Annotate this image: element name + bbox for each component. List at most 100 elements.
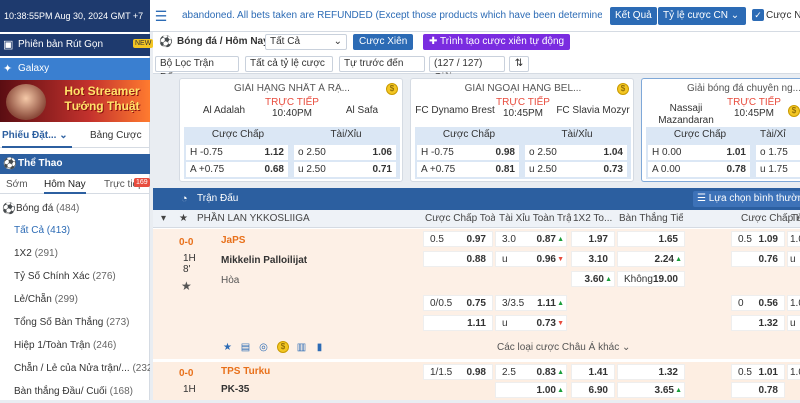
odds-cell[interactable]: 0.5 1.01: [731, 364, 785, 380]
stats-icon[interactable]: ▤: [239, 341, 252, 354]
card-away-team: Al Safa: [345, 105, 379, 116]
odds-cell[interactable]: o 2.50 1.06: [294, 145, 396, 160]
info-icon[interactable]: ▮: [313, 341, 326, 354]
odds-cell[interactable]: u 1.75: [756, 162, 800, 177]
odds-cell[interactable]: 0 0.56: [731, 295, 785, 311]
odds-cell[interactable]: 0/0.5 0.75: [423, 295, 493, 311]
odds-cell[interactable]: 1.0: [787, 364, 800, 380]
sidebar-item-count: (484): [56, 203, 80, 214]
featured-card[interactable]: GIẢI HẠNG NHẤT Ả RẬ... $ Al Adalah TRỰC …: [179, 78, 403, 182]
odds-value: 0.75: [466, 298, 486, 309]
market-select[interactable]: Tất Cả ⌄: [265, 34, 347, 50]
over-under-header: Tài/Xỉu: [330, 129, 362, 140]
odds-cell[interactable]: u 2.50 0.73: [525, 162, 627, 177]
mobile-version-link[interactable]: ▣ Phiên bản Rút Gọn NEW: [0, 34, 154, 56]
announcement-marquee[interactable]: abandoned. All bets taken are REFUNDED (…: [182, 0, 602, 32]
league-count[interactable]: (127 / 127) Giải: [429, 56, 505, 83]
auto-parlay-button[interactable]: ✚ Trình tạo cược xiên tự động: [423, 34, 571, 50]
odds-cell[interactable]: 0.76: [731, 251, 785, 267]
odds-cell[interactable]: H 0.00 1.01: [648, 145, 750, 160]
tab-bet-slip[interactable]: Phiếu Đặt... ⌄: [2, 124, 72, 148]
odds-cell[interactable]: H -0.75 1.12: [186, 145, 288, 160]
col-over-under: Tài Xỉu Toàn Trận: [499, 213, 571, 224]
coin-icon[interactable]: $: [277, 341, 289, 353]
sidebar-item-1x2[interactable]: 1X2 (291): [0, 243, 150, 265]
odds-cell[interactable]: u 0.73 ▼: [495, 315, 567, 331]
sidebar-item-all[interactable]: Tất Cả (413): [0, 220, 150, 242]
galaxy-link[interactable]: ✦ Galaxy: [0, 58, 150, 80]
odds-line: 1.0: [790, 367, 800, 378]
star-icon[interactable]: ★: [179, 210, 188, 228]
sidebar-item-half-full[interactable]: Hiệp 1/Toàn Trận (246): [0, 335, 150, 357]
match-filter-select[interactable]: Bộ Lọc Trận Đấu: [155, 56, 239, 83]
sidebar-item-odd-even[interactable]: Lẻ/Chẵn (299): [0, 289, 150, 311]
odds-cell[interactable]: u 0.96 ▼: [495, 251, 567, 267]
tab-bet-table[interactable]: Bảng Cược: [90, 124, 142, 148]
odds-value: 0.98: [466, 367, 486, 378]
match-half: 1H: [183, 384, 196, 395]
odds-cell[interactable]: 1.00 ▲: [495, 382, 567, 398]
sports-header[interactable]: ⚽ Thể Thao: [0, 154, 150, 174]
odds-cell[interactable]: 2.5 0.83 ▲: [495, 364, 567, 380]
odds-cell[interactable]: A +0.75 0.81: [417, 162, 519, 177]
odds-cell[interactable]: 2.24 ▲: [617, 251, 685, 267]
selection-mode-select[interactable]: ☰ Lựa chọn bình thường ⌄: [693, 191, 800, 207]
odds-cell[interactable]: 0.78: [731, 382, 785, 398]
sidebar-item-soccer[interactable]: ⚽ Bóng đá (484): [0, 198, 150, 220]
collapse-icon[interactable]: ▾: [161, 210, 166, 228]
odds-type-select[interactable]: Tỷ lệ cược CN ⌄: [658, 7, 746, 25]
odds-cell[interactable]: 1.0: [787, 231, 800, 247]
odds-cell[interactable]: 1.0/1: [787, 295, 800, 311]
odds-cell[interactable]: 3/3.5 1.11 ▲: [495, 295, 567, 311]
sidebar-item-count: (232): [132, 363, 150, 374]
subtab-early[interactable]: Sớm: [6, 176, 28, 194]
parlay-button[interactable]: Cược Xiên: [353, 34, 414, 50]
odds-cell[interactable]: o 2.50 1.04: [525, 145, 627, 160]
sidebar-item-label: Tất Cả: [14, 225, 45, 236]
coin-icon: $: [386, 83, 398, 95]
live-tv-icon[interactable]: ◎: [257, 341, 270, 354]
odds-cell[interactable]: 1/1.5 0.98: [423, 364, 493, 380]
odds-cell[interactable]: 1.11: [423, 315, 493, 331]
sidebar-item-half-odd-even[interactable]: Chẵn / Lẻ của Nửa trận/... (232): [0, 358, 150, 380]
odds-cell[interactable]: 3.10: [571, 251, 615, 267]
more-bets-link[interactable]: Các loại cược Châu Á khác ⌄: [497, 342, 630, 353]
odds-cell[interactable]: H -0.75 0.98: [417, 145, 519, 160]
subtab-today[interactable]: Hôm Nay: [44, 176, 86, 194]
odds-cell[interactable]: 3.60 ▲: [571, 271, 615, 287]
odds-cell[interactable]: 0.5 1.09: [731, 231, 785, 247]
sort-icon[interactable]: ⇅: [509, 56, 529, 72]
odds-cell[interactable]: A 0.00 0.78: [648, 162, 750, 177]
odds-cell[interactable]: 0.5 0.97: [423, 231, 493, 247]
odds-filter-select[interactable]: Tất cả tỷ lệ cược: [245, 56, 333, 72]
featured-card[interactable]: GIẢI NGOẠI HẠNG BEL... $ FC Dynamo Brest…: [410, 78, 634, 182]
streamer-banner[interactable]: Hot Streamer Tướng Thuật: [0, 80, 150, 122]
odds-cell[interactable]: 3.0 0.87 ▲: [495, 231, 567, 247]
odds-cell[interactable]: u: [787, 315, 800, 331]
odds-cell[interactable]: 0.88: [423, 251, 493, 267]
odds-cell[interactable]: u: [787, 251, 800, 267]
odds-cell[interactable]: u 2.50 0.71: [294, 162, 396, 177]
odds-cell[interactable]: 3.65 ▲: [617, 382, 685, 398]
chevron-down-icon: ⌄: [621, 342, 631, 353]
odds-cell[interactable]: 1.32: [617, 364, 685, 380]
featured-card[interactable]: Giải bóng đá chuyên ng... Nassaji Mazand…: [641, 78, 800, 182]
odds-line: 1.0/1: [790, 298, 800, 309]
odds-line: 2.5: [502, 367, 516, 378]
star-icon[interactable]: ★: [221, 341, 234, 354]
sidebar-item-total-goals[interactable]: Tổng Số Bàn Thắng (273): [0, 312, 150, 334]
odds-cell[interactable]: o 1.75: [756, 145, 800, 160]
sidebar-item-correct-score[interactable]: Tỷ Số Chính Xác (276): [0, 266, 150, 288]
odds-cell[interactable]: A +0.75 0.68: [186, 162, 288, 177]
chart-icon[interactable]: ▥: [295, 341, 308, 354]
odds-cell[interactable]: 1.32: [731, 315, 785, 331]
odds-cell[interactable]: 1.65: [617, 231, 685, 247]
sort-select[interactable]: Tự trước đến nay⌄: [339, 56, 425, 83]
quick-bet-checkbox[interactable]: ✓: [752, 9, 764, 21]
results-button[interactable]: Kết Quả: [610, 7, 657, 25]
odds-cell[interactable]: Không... 19.00: [617, 271, 685, 287]
odds-cell[interactable]: 1.41: [571, 364, 615, 380]
star-icon[interactable]: ★: [181, 279, 192, 293]
odds-cell[interactable]: 6.90: [571, 382, 615, 398]
odds-cell[interactable]: 1.97: [571, 231, 615, 247]
